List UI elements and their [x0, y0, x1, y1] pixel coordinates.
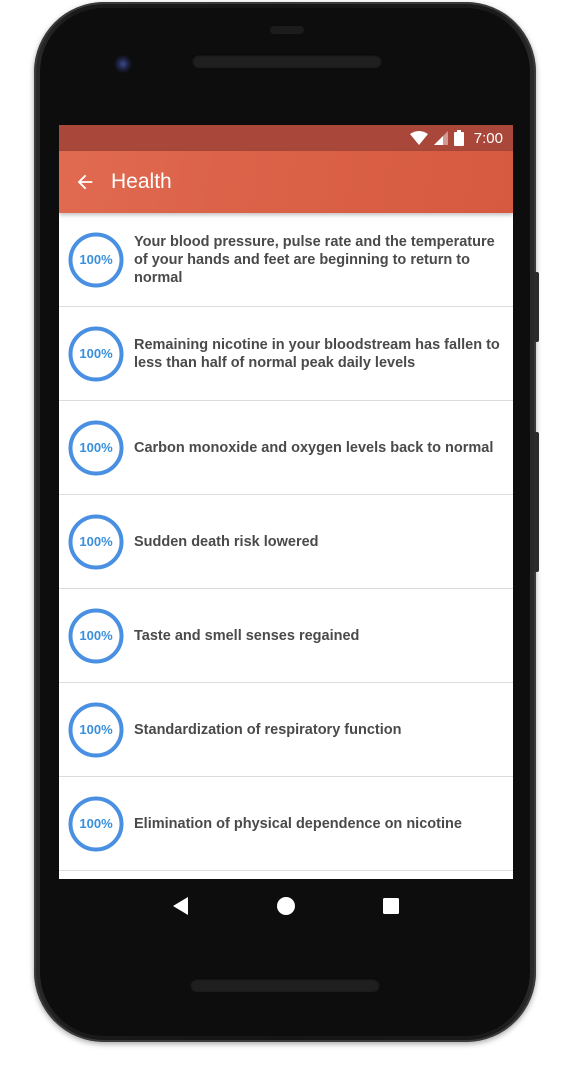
nav-back-button[interactable]	[166, 891, 196, 921]
list-item[interactable]: 100% Standardization of respiratory func…	[59, 683, 513, 777]
list-item[interactable]: 100% Remaining nicotine in your bloodstr…	[59, 307, 513, 401]
item-text: Elimination of physical dependence on ni…	[134, 815, 462, 832]
status-time: 7:00	[473, 129, 503, 147]
item-text: Standardization of respiratory function	[134, 721, 402, 738]
list-item[interactable]: 100% Your blood pressure, pulse rate and…	[59, 213, 513, 307]
item-text: Carbon monoxide and oxygen levels back t…	[134, 439, 494, 456]
nav-recents-button[interactable]	[376, 891, 406, 921]
progress-label: 100%	[79, 440, 113, 455]
progress-label: 100%	[79, 534, 113, 549]
navigation-bar	[59, 880, 513, 932]
progress-ring: 100%	[68, 326, 124, 382]
progress-label: 100%	[79, 816, 113, 831]
status-bar: 7:00	[59, 125, 513, 151]
item-text: Your blood pressure, pulse rate and the …	[134, 233, 495, 286]
item-text: Taste and smell senses regained	[134, 627, 360, 644]
volume-button	[534, 432, 539, 572]
power-button	[534, 272, 539, 342]
earpiece-speaker	[192, 54, 382, 68]
nav-home-button[interactable]	[271, 891, 301, 921]
progress-label: 100%	[79, 722, 113, 737]
item-text: Remaining nicotine in your bloodstream h…	[134, 336, 500, 371]
progress-label: 100%	[79, 346, 113, 361]
page-title: Health	[111, 170, 172, 193]
progress-label: 100%	[79, 252, 113, 267]
back-icon	[173, 897, 189, 915]
list-item[interactable]: 100% Taste and smell senses regained	[59, 589, 513, 683]
progress-ring: 100%	[68, 796, 124, 852]
cell-signal-icon	[433, 131, 448, 145]
arrow-back-icon	[77, 174, 93, 190]
health-list: 100% Your blood pressure, pulse rate and…	[59, 213, 513, 871]
list-item[interactable]: 100% Sudden death risk lowered	[59, 495, 513, 589]
progress-ring: 100%	[68, 420, 124, 476]
list-item[interactable]: 100% Carbon monoxide and oxygen levels b…	[59, 401, 513, 495]
list-item[interactable]: 100% Elimination of physical dependence …	[59, 777, 513, 871]
bottom-speaker	[190, 978, 380, 992]
sensor	[270, 26, 304, 34]
battery-icon	[453, 130, 464, 146]
item-text: Sudden death risk lowered	[134, 533, 319, 550]
progress-ring: 100%	[68, 608, 124, 664]
progress-label: 100%	[79, 628, 113, 643]
wifi-icon	[409, 131, 428, 145]
screen: 7:00 Health 100% Your blood pressure, pu…	[59, 125, 513, 879]
progress-ring: 100%	[68, 232, 124, 288]
front-camera	[113, 54, 133, 74]
home-icon	[276, 897, 295, 915]
progress-ring: 100%	[68, 514, 124, 570]
app-bar: Health	[59, 151, 513, 213]
progress-ring: 100%	[68, 702, 124, 758]
recents-icon	[382, 898, 399, 914]
back-button[interactable]	[59, 151, 111, 213]
